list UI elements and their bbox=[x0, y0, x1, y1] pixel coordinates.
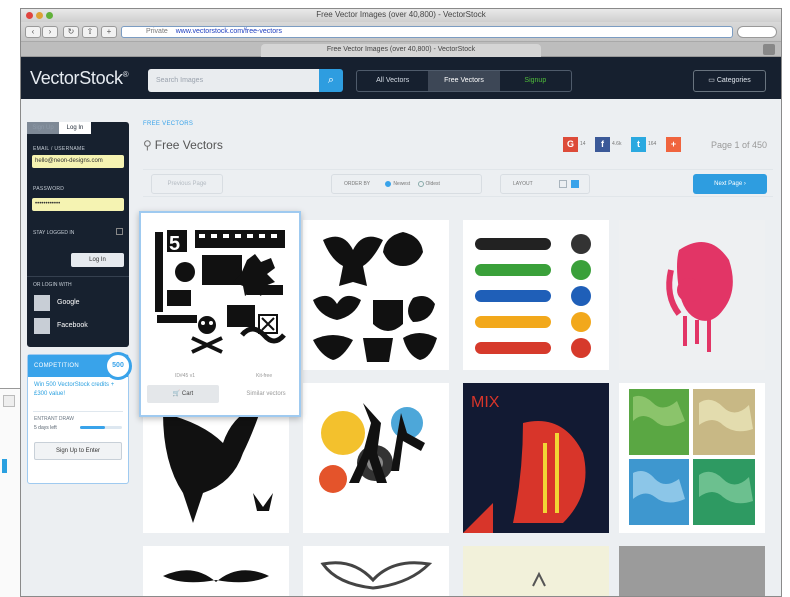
back-button[interactable]: ‹ bbox=[25, 26, 41, 38]
search-icon: ⚲ bbox=[143, 138, 152, 152]
categories-button[interactable]: ▭ Categories bbox=[693, 70, 766, 92]
twitter-icon: t bbox=[631, 137, 646, 152]
nav-signup[interactable]: Signup bbox=[500, 71, 571, 91]
page-title: ⚲ Free Vectors bbox=[143, 138, 223, 152]
next-page-button[interactable]: Next Page › bbox=[693, 174, 767, 194]
browser-window: Free Vector Images (over 40,800) - Vecto… bbox=[20, 8, 782, 597]
wings-thumbnail[interactable] bbox=[303, 546, 449, 596]
new-tab-button[interactable]: + bbox=[101, 26, 117, 38]
tab-log-in[interactable]: Log In bbox=[59, 122, 91, 134]
order-by-control: ORDER BY Newest Oldest bbox=[331, 174, 482, 194]
facebook-share[interactable]: f 4.6k bbox=[595, 137, 621, 152]
facebook-login-button[interactable]: Facebook bbox=[31, 316, 125, 336]
password-label: PASSWORD bbox=[33, 186, 65, 192]
main-content: FREE VECTORS ⚲ Free Vectors G 14 f 4.6k t 16… bbox=[139, 121, 773, 596]
grey-texture-thumbnail[interactable] bbox=[619, 546, 765, 596]
item-license: Kit-free bbox=[256, 373, 273, 379]
previous-page-button[interactable]: Previous Page bbox=[151, 174, 223, 194]
active-tab[interactable]: Free Vector Images (over 40,800) - Vecto… bbox=[261, 44, 541, 57]
add-to-cart-button[interactable]: 🛒 Cart bbox=[147, 385, 219, 403]
camouflage-patterns-thumbnail[interactable] bbox=[619, 383, 765, 533]
competition-box: COMPETITION 500 Win 500 VectorStock cred… bbox=[27, 352, 132, 484]
forward-button[interactable]: › bbox=[42, 26, 58, 38]
svg-text:MIX: MIX bbox=[471, 394, 500, 411]
order-newest-radio[interactable] bbox=[385, 180, 392, 187]
sign-up-to-enter-button[interactable]: Sign Up to Enter bbox=[34, 442, 122, 460]
tab-bar: Free Vector Images (over 40,800) - Vecto… bbox=[21, 42, 781, 57]
item-id: ID#45 v1 bbox=[175, 373, 196, 379]
window-resize-icon bbox=[3, 395, 15, 407]
title-bar: Free Vector Images (over 40,800) - Vecto… bbox=[21, 9, 781, 22]
background-window bbox=[0, 388, 22, 597]
facebook-icon bbox=[34, 318, 50, 334]
vector-grid: 5 ID#45 v1 Kit-free 🛒 Cart Similar vecto… bbox=[139, 211, 781, 596]
competition-subtitle: ENTRANT DRAW bbox=[34, 416, 74, 422]
days-left: 5 days left bbox=[28, 423, 128, 433]
sidebar: Sign Up Log In EMAIL / USERNAME hello@ne… bbox=[27, 122, 132, 484]
heraldic-eagles-thumbnail[interactable] bbox=[303, 220, 449, 370]
plus-icon: + bbox=[666, 137, 681, 152]
hover-card[interactable]: 5 ID#45 v1 Kit-free 🛒 Cart Similar vecto… bbox=[139, 211, 301, 417]
email-label: EMAIL / USERNAME bbox=[33, 146, 86, 152]
page-info: Page 1 of 450 bbox=[710, 140, 767, 150]
address-bar[interactable]: Private www.vectorstock.com/free-vectors bbox=[121, 26, 733, 38]
vectorstock-logo[interactable]: VectorStock® bbox=[30, 68, 129, 89]
glossy-buttons-thumbnail[interactable] bbox=[463, 220, 609, 370]
google-login-button[interactable]: Google bbox=[31, 293, 125, 313]
site-search-input[interactable]: Search Images bbox=[148, 69, 319, 92]
ornament-thumbnail[interactable] bbox=[143, 546, 289, 596]
email-field[interactable]: hello@neon-designs.com bbox=[32, 155, 124, 168]
more-share[interactable]: + bbox=[666, 137, 683, 152]
divider bbox=[27, 276, 129, 277]
similar-vectors-link[interactable]: Similar vectors bbox=[236, 385, 296, 403]
competition-badge: 500 bbox=[104, 352, 132, 380]
share-button[interactable]: ⇧ bbox=[82, 26, 98, 38]
order-oldest-radio[interactable] bbox=[417, 180, 424, 187]
stay-logged-label: STAY LOGGED IN bbox=[33, 230, 75, 236]
mix-music-poster-thumbnail[interactable]: MIX bbox=[463, 383, 609, 533]
browser-toolbar: ‹ › ↻ ⇧ + Private www.vectorstock.com/fr… bbox=[21, 22, 781, 42]
url-text: www.vectorstock.com/free-vectors bbox=[175, 28, 282, 35]
window-accent bbox=[2, 459, 7, 473]
google-plus-icon: G bbox=[563, 137, 578, 152]
breadcrumb[interactable]: FREE VECTORS bbox=[143, 121, 773, 127]
private-label: Private bbox=[146, 28, 168, 35]
facebook-icon: f bbox=[595, 137, 610, 152]
window-title: Free Vector Images (over 40,800) - Vecto… bbox=[316, 10, 486, 19]
search-icon[interactable]: ⌕ bbox=[319, 69, 343, 92]
tab-sign-up[interactable]: Sign Up bbox=[27, 122, 59, 134]
nav-segment: All Vectors Free Vectors Signup bbox=[356, 70, 572, 92]
password-field[interactable]: •••••••••••• bbox=[32, 198, 124, 211]
music-dancers-thumbnail[interactable] bbox=[303, 383, 449, 533]
layout-grid-icon[interactable] bbox=[571, 180, 579, 188]
competition-progress bbox=[80, 426, 122, 429]
google-share[interactable]: G 14 bbox=[563, 137, 586, 152]
login-panel: Sign Up Log In EMAIL / USERNAME hello@ne… bbox=[27, 122, 129, 347]
google-icon bbox=[34, 295, 50, 311]
login-button[interactable]: Log In bbox=[71, 253, 124, 267]
filter-bar: Previous Page ORDER BY Newest Oldest LAY… bbox=[143, 169, 773, 197]
or-login-label: OR LOGIN WITH bbox=[33, 282, 72, 288]
grunge-elements-thumbnail[interactable]: 5 bbox=[147, 220, 293, 370]
nav-free-vectors[interactable]: Free Vectors bbox=[428, 71, 500, 91]
competition-text[interactable]: Win 500 VectorStock credits + £300 value… bbox=[28, 377, 128, 411]
browser-search-field[interactable] bbox=[737, 26, 777, 38]
reload-button[interactable]: ↻ bbox=[63, 26, 79, 38]
layout-list-icon[interactable] bbox=[559, 180, 567, 188]
botanical-thumbnail[interactable] bbox=[463, 546, 609, 596]
twitter-share[interactable]: t 164 bbox=[631, 137, 656, 152]
nav-all-vectors[interactable]: All Vectors bbox=[357, 71, 428, 91]
stay-logged-checkbox[interactable] bbox=[116, 228, 123, 235]
add-tab-icon[interactable] bbox=[763, 44, 775, 55]
site-header: VectorStock® Search Images ⌕ All Vectors… bbox=[21, 57, 781, 99]
svg-text:5: 5 bbox=[169, 233, 180, 255]
headphones-portrait-thumbnail[interactable] bbox=[619, 220, 765, 370]
layout-control: LAYOUT bbox=[500, 174, 590, 194]
